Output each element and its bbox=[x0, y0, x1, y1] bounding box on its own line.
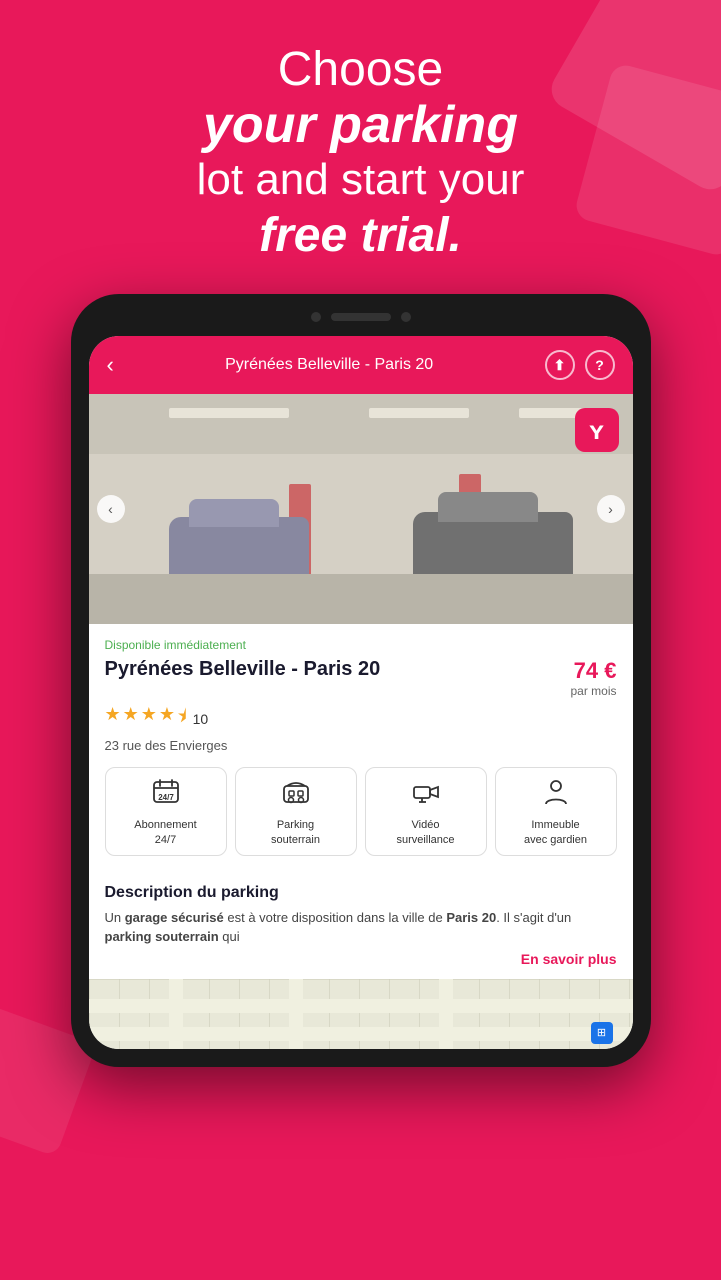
feature-label-video: Vidéosurveillance bbox=[396, 818, 454, 847]
description-section: Description du parking Un garage sécuris… bbox=[89, 884, 633, 979]
description-title: Description du parking bbox=[105, 884, 617, 902]
headline-line3: lot and start your bbox=[40, 154, 681, 207]
price-unit: par mois bbox=[570, 684, 616, 698]
description-text: Un garage sécurisé est à votre dispositi… bbox=[105, 908, 617, 947]
map-road-v2 bbox=[289, 979, 303, 1049]
parking-image: ‹ › ʏ bbox=[89, 394, 633, 624]
parking-souterrain-icon bbox=[282, 778, 310, 812]
feature-label-gardien: Immeubleavec gardien bbox=[524, 818, 587, 847]
phone-screen: ‹ Pyrénées Belleville - Paris 20 ⬆ ? bbox=[89, 336, 633, 1049]
feature-label-souterrain: Parkingsouterrain bbox=[271, 818, 320, 847]
brand-logo-badge: ʏ bbox=[575, 408, 619, 452]
garage-ceiling bbox=[89, 394, 633, 454]
parking-name-row: Pyrénées Belleville - Paris 20 74 € par … bbox=[105, 658, 617, 698]
parking-address: 23 rue des Envierges bbox=[105, 738, 617, 753]
garage-light-1 bbox=[169, 408, 289, 418]
back-button[interactable]: ‹ bbox=[107, 352, 114, 378]
feature-video: Vidéosurveillance bbox=[365, 767, 487, 856]
phone-wrapper: ‹ Pyrénées Belleville - Paris 20 ⬆ ? bbox=[0, 294, 721, 1067]
parking-name: Pyrénées Belleville - Paris 20 bbox=[105, 658, 571, 681]
camera-dot-left bbox=[311, 312, 321, 322]
rating-row: ★ ★ ★ ★ ⯨ 10 bbox=[105, 704, 617, 734]
phone-top-bar bbox=[89, 312, 633, 336]
headline-line4: free trial. bbox=[40, 207, 681, 265]
star-1: ★ bbox=[105, 704, 121, 734]
availability-badge: Disponible immédiatement bbox=[105, 638, 617, 652]
star-rating: ★ ★ ★ ★ ⯨ bbox=[105, 704, 187, 734]
phone-frame: ‹ Pyrénées Belleville - Paris 20 ⬆ ? bbox=[71, 294, 651, 1067]
app-header: ‹ Pyrénées Belleville - Paris 20 ⬆ ? bbox=[89, 336, 633, 394]
image-nav-right[interactable]: › bbox=[597, 495, 625, 523]
feature-parking-souterrain: Parkingsouterrain bbox=[235, 767, 357, 856]
parked-car-1 bbox=[169, 517, 309, 582]
headline-line2: your parking bbox=[40, 97, 681, 154]
svg-text:24/7: 24/7 bbox=[158, 793, 174, 802]
gardien-icon bbox=[542, 778, 570, 812]
video-surveillance-icon bbox=[412, 778, 440, 812]
headline-line1: Choose bbox=[40, 44, 681, 97]
header-section: Choose your parking lot and start your f… bbox=[0, 0, 721, 294]
phone-speaker bbox=[331, 313, 391, 321]
features-row: 24/7 Abonnement24/7 bbox=[105, 767, 617, 856]
star-2: ★ bbox=[123, 704, 139, 734]
rating-count: 10 bbox=[193, 711, 209, 727]
map-location-icon: ⊞ bbox=[591, 1022, 613, 1044]
header-icons: ⬆ ? bbox=[545, 350, 615, 380]
share-icon[interactable]: ⬆ bbox=[545, 350, 575, 380]
parked-car-2 bbox=[413, 512, 573, 582]
star-5-half: ⯨ bbox=[177, 704, 187, 734]
info-section: Disponible immédiatement Pyrénées Bellev… bbox=[89, 624, 633, 884]
feature-abonnement: 24/7 Abonnement24/7 bbox=[105, 767, 227, 856]
garage-scene bbox=[89, 394, 633, 624]
app-title: Pyrénées Belleville - Paris 20 bbox=[114, 356, 545, 374]
help-icon[interactable]: ? bbox=[585, 350, 615, 380]
star-3: ★ bbox=[141, 704, 157, 734]
image-nav-left[interactable]: ‹ bbox=[97, 495, 125, 523]
garage-floor bbox=[89, 574, 633, 624]
garage-light-2 bbox=[369, 408, 469, 418]
camera-dot-right bbox=[401, 312, 411, 322]
abonnement-icon: 24/7 bbox=[152, 778, 180, 812]
feature-gardien: Immeubleavec gardien bbox=[495, 767, 617, 856]
map-preview[interactable]: ⊞ bbox=[89, 979, 633, 1049]
map-road-v1 bbox=[169, 979, 183, 1049]
star-4: ★ bbox=[159, 704, 175, 734]
map-road-v3 bbox=[439, 979, 453, 1049]
price-value: 74 € bbox=[574, 658, 617, 683]
read-more-button[interactable]: En savoir plus bbox=[105, 951, 617, 967]
price-block: 74 € par mois bbox=[570, 658, 616, 698]
feature-label-abonnement: Abonnement24/7 bbox=[134, 818, 196, 847]
